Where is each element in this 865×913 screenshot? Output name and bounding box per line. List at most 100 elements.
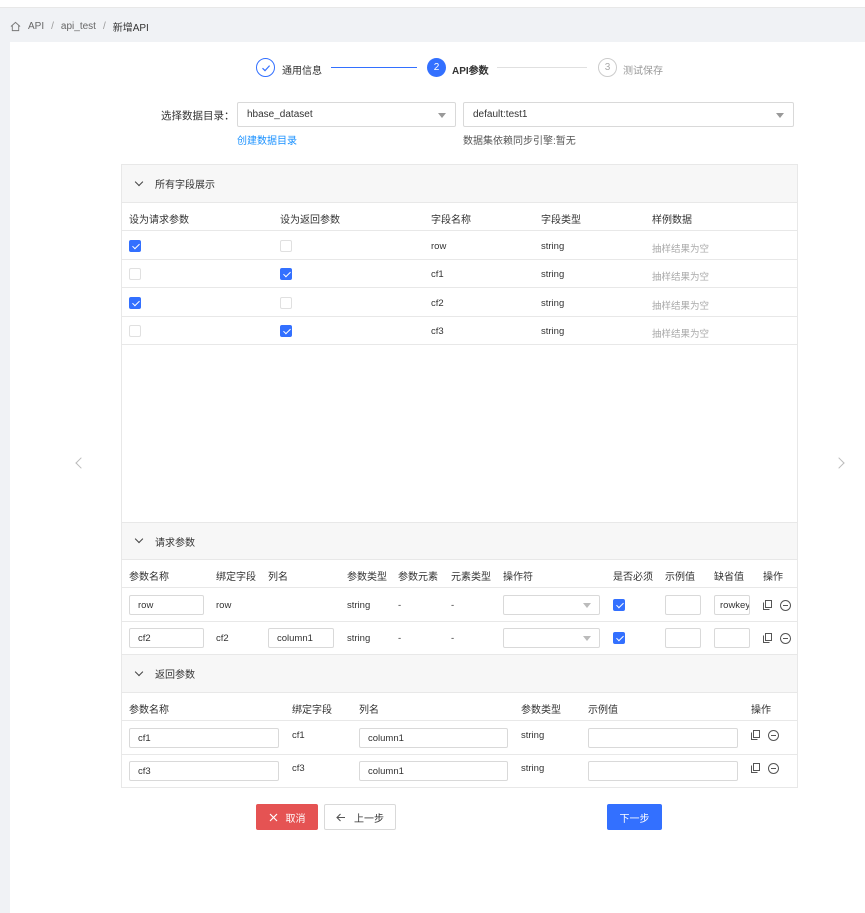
column-name-input[interactable]: column1 <box>268 628 334 648</box>
params-panel: 所有字段展示 设为请求参数 设为返回参数 字段名称 字段类型 样例数据 row s… <box>121 164 798 788</box>
request-section-header[interactable]: 请求参数 <box>122 522 797 560</box>
operator-select[interactable] <box>503 628 600 648</box>
example-value-input[interactable] <box>665 628 701 648</box>
set-return-checkbox[interactable] <box>280 296 292 309</box>
catalog-select[interactable]: hbase_dataset <box>237 102 456 127</box>
fields-section-header[interactable]: 所有字段展示 <box>122 165 797 203</box>
home-icon[interactable] <box>10 21 21 32</box>
sync-engine-note: 数据集依赖同步引擎:暂无 <box>463 136 576 147</box>
remove-circle-icon[interactable] <box>768 730 779 741</box>
field-sample: 抽样结果为空 <box>652 300 710 312</box>
breadcrumb-item-api[interactable]: API <box>28 21 44 32</box>
copy-icon[interactable] <box>751 763 760 773</box>
request-section-title: 请求参数 <box>155 537 195 549</box>
required-checkbox[interactable] <box>613 632 625 644</box>
close-icon <box>269 813 277 821</box>
bind-field: cf1 <box>292 730 305 741</box>
cancel-button[interactable]: 取消 <box>256 804 318 830</box>
prev-step-button[interactable]: 上一步 <box>324 804 396 830</box>
response-section-title: 返回参数 <box>155 670 195 681</box>
remove-circle-icon[interactable] <box>768 763 779 774</box>
chevron-down-icon <box>134 667 144 676</box>
param-name-input[interactable]: cf1 <box>129 728 279 748</box>
param-element: - <box>398 600 402 611</box>
copy-icon[interactable] <box>763 600 772 610</box>
set-request-checkbox[interactable] <box>129 240 141 252</box>
col-header: 设为返回参数 <box>280 215 340 226</box>
column-name-input[interactable]: column1 <box>359 728 508 748</box>
example-value-input[interactable] <box>665 595 701 615</box>
remove-circle-icon[interactable] <box>780 600 791 611</box>
col-header: 字段类型 <box>541 215 581 226</box>
default-value-input[interactable]: rowkey <box>714 595 750 615</box>
col-header: 参数元素 <box>398 572 438 583</box>
breadcrumb-item-project[interactable]: api_test <box>61 21 96 32</box>
fields-table-header: 设为请求参数 设为返回参数 字段名称 字段类型 样例数据 <box>122 203 797 231</box>
fields-section-title: 所有字段展示 <box>155 180 215 191</box>
arrow-left-icon <box>336 813 345 821</box>
col-header: 示例值 <box>588 705 618 716</box>
col-header: 绑定字段 <box>216 572 256 583</box>
param-name-input[interactable]: cf2 <box>129 628 204 648</box>
copy-icon[interactable] <box>751 730 760 740</box>
table-row: row row string - - rowkey <box>122 589 797 622</box>
bind-field: row <box>216 600 232 611</box>
table-row: cf1 string 抽样结果为空 <box>122 260 797 289</box>
table-row: cf1 cf1 column1 string <box>122 722 797 755</box>
param-name-input[interactable]: row <box>129 595 204 615</box>
next-step-button[interactable]: 下一步 <box>607 804 662 830</box>
copy-icon[interactable] <box>763 633 772 643</box>
col-header: 操作 <box>763 572 783 583</box>
caret-down-icon <box>438 113 446 118</box>
operator-select[interactable] <box>503 595 600 615</box>
set-return-checkbox[interactable] <box>280 240 292 252</box>
default-value-input[interactable] <box>714 628 750 648</box>
set-request-checkbox[interactable] <box>129 324 141 337</box>
bind-field: cf3 <box>292 763 305 774</box>
step-1-label: 通用信息 <box>282 66 322 77</box>
param-type: string <box>347 633 371 644</box>
remove-circle-icon[interactable] <box>780 633 791 644</box>
set-return-checkbox[interactable] <box>280 268 292 281</box>
table-row: cf2 cf2 column1 string - - <box>122 622 797 655</box>
col-header: 示例值 <box>665 572 695 583</box>
field-type: string <box>541 325 565 337</box>
col-header: 元素类型 <box>451 572 491 583</box>
create-catalog-link[interactable]: 创建数据目录 <box>237 132 297 147</box>
step-3-label: 测试保存 <box>623 66 663 77</box>
field-sample: 抽样结果为空 <box>652 272 710 284</box>
field-type: string <box>541 297 565 309</box>
col-header: 参数类型 <box>347 572 387 583</box>
set-request-checkbox[interactable] <box>129 268 141 281</box>
table-select[interactable]: default:test1 <box>463 102 794 127</box>
caret-down-icon <box>776 113 784 118</box>
step-connector <box>497 67 587 68</box>
param-type: string <box>521 730 545 741</box>
column-name-input[interactable]: column1 <box>359 761 508 781</box>
param-type: string <box>521 763 545 774</box>
set-request-checkbox[interactable] <box>129 296 141 309</box>
col-header: 列名 <box>359 705 379 716</box>
table-row: cf3 cf3 column1 string <box>122 755 797 788</box>
breadcrumb: API / api_test / 新增API <box>10 19 149 34</box>
element-type: - <box>451 633 455 644</box>
col-header: 样例数据 <box>652 215 692 226</box>
steps-bar: 通用信息 2 API参数 3 测试保存 <box>256 57 676 79</box>
prev-step-label: 上一步 <box>354 813 384 825</box>
example-value-input[interactable] <box>588 761 738 781</box>
param-name-input[interactable]: cf3 <box>129 761 279 781</box>
table-row: cf2 string 抽样结果为空 <box>122 289 797 317</box>
field-name: cf2 <box>431 297 444 309</box>
required-checkbox[interactable] <box>613 599 625 611</box>
col-header: 缺省值 <box>714 572 744 583</box>
step-connector <box>331 67 417 68</box>
col-header: 是否必须 <box>613 572 653 583</box>
col-header: 参数名称 <box>129 572 169 583</box>
col-header: 参数名称 <box>129 705 169 716</box>
set-return-checkbox[interactable] <box>280 324 292 337</box>
example-value-input[interactable] <box>588 728 738 748</box>
breadcrumb-item-current: 新增API <box>112 22 149 34</box>
step-2-number: 2 <box>427 58 446 77</box>
response-section-header[interactable]: 返回参数 <box>122 655 797 693</box>
table-row: row string 抽样结果为空 <box>122 232 797 260</box>
